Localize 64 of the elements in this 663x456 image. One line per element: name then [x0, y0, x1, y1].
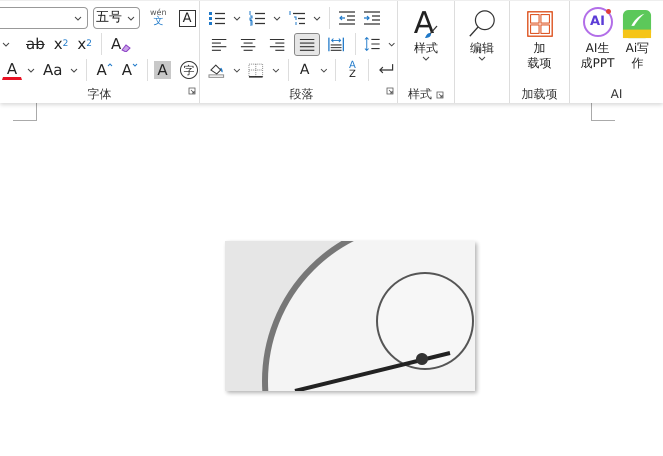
increase-indent-icon[interactable]: [363, 10, 381, 26]
align-justify-button[interactable]: [294, 32, 320, 56]
ai-ppt-button[interactable]: AI AI生 成PPT: [576, 1, 618, 85]
align-left-icon: [211, 36, 228, 52]
change-case-button[interactable]: Aa: [40, 59, 66, 81]
numbered-list-icon[interactable]: [248, 10, 266, 26]
dialog-launcher-icon[interactable]: [436, 91, 444, 99]
caret-up-icon: [106, 63, 113, 67]
caret-icon[interactable]: [74, 16, 82, 20]
borders-icon[interactable]: [247, 62, 265, 78]
group-label: 段落: [290, 86, 314, 102]
strikethrough-button[interactable]: ab: [23, 33, 48, 55]
asian-layout-button[interactable]: A: [294, 59, 315, 81]
caret-icon[interactable]: [27, 68, 35, 72]
caret-icon[interactable]: [320, 68, 328, 72]
styles-button[interactable]: A 样式: [410, 1, 442, 85]
align-center-icon: [240, 36, 256, 52]
line-spacing-icon[interactable]: [364, 36, 381, 52]
caret-icon[interactable]: [478, 56, 486, 61]
caret-icon[interactable]: [272, 68, 280, 72]
character-shading-button[interactable]: A: [154, 61, 171, 79]
font-size-dropdown[interactable]: 五号: [93, 7, 140, 29]
sort-button[interactable]: A Z: [342, 59, 362, 81]
caret-icon[interactable]: [233, 16, 241, 20]
ai-logo: AI: [582, 7, 612, 37]
edit-button[interactable]: 编辑: [463, 1, 501, 85]
caret-icon[interactable]: [232, 68, 240, 72]
grow-font-button[interactable]: A: [93, 59, 116, 81]
align-right-icon: [269, 36, 286, 52]
font-color-button[interactable]: A: [2, 60, 22, 80]
margin-corner-mark: [591, 103, 615, 121]
paint-bucket-icon[interactable]: [208, 62, 226, 78]
group-label: AI: [610, 87, 622, 101]
phonetic-guide-button[interactable]: wén 文: [147, 7, 170, 29]
add-ins-button[interactable]: 加 载项: [520, 1, 558, 85]
align-justify-icon: [298, 36, 315, 52]
feather-logo: [622, 9, 652, 39]
caret-icon[interactable]: [127, 16, 135, 20]
caret-icon[interactable]: [70, 68, 78, 72]
caret-icon[interactable]: [388, 42, 396, 46]
align-distributed-icon: [328, 36, 344, 52]
multilevel-list-icon[interactable]: [288, 10, 306, 26]
group-label: 加载项: [522, 86, 558, 102]
shrink-font-button[interactable]: A: [118, 59, 141, 81]
caret-icon[interactable]: [313, 16, 321, 20]
decrease-indent-icon[interactable]: [338, 10, 356, 26]
caret-icon[interactable]: [273, 16, 281, 20]
dialog-launcher-icon[interactable]: [386, 87, 394, 95]
eraser-icon: [121, 44, 132, 52]
character-border-button[interactable]: A: [178, 10, 196, 26]
caret-icon[interactable]: [422, 56, 430, 61]
dialog-launcher-icon[interactable]: [188, 87, 196, 95]
enclose-character-button[interactable]: 字: [180, 61, 198, 79]
grid-icon: [524, 9, 554, 39]
search-icon: [467, 9, 497, 39]
ai-writing-button[interactable]: Ai写 作: [618, 1, 656, 85]
group-label: 字体: [88, 86, 112, 102]
group-label: 样式: [408, 86, 432, 102]
margin-corner-mark: [13, 103, 37, 121]
script-button[interactable]: x$^{2}$: [74, 33, 95, 55]
clear-formatting-button[interactable]: A: [108, 33, 134, 55]
caret-icon[interactable]: [2, 42, 10, 46]
caret-icon: [132, 63, 138, 67]
bullet-list-icon[interactable]: [208, 10, 226, 26]
